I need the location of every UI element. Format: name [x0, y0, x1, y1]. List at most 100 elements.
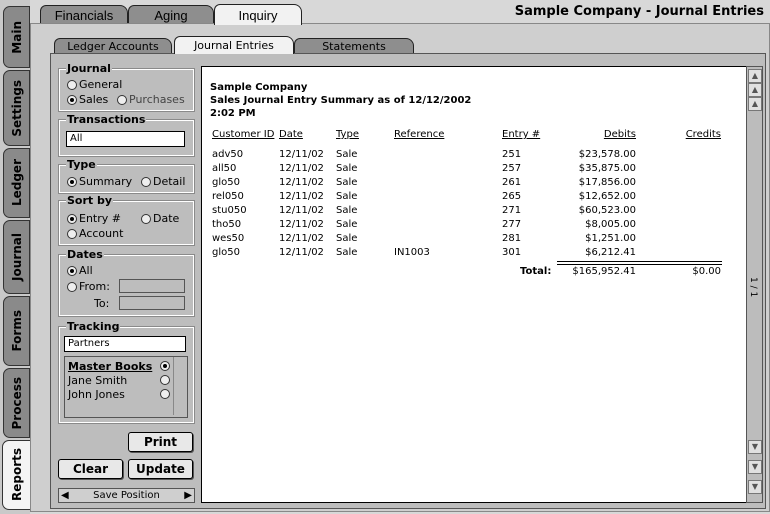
clear-button[interactable]: Clear	[58, 459, 123, 479]
table-cell: 12/11/02	[279, 219, 324, 230]
side-tab-forms[interactable]: Forms	[3, 296, 30, 366]
tracking-list: Master Books Jane Smith John Jones	[64, 356, 188, 418]
radio-icon[interactable]	[67, 229, 77, 239]
radio-selected-icon[interactable]	[67, 266, 77, 276]
date-to-field[interactable]	[119, 296, 185, 310]
radio-selected-icon[interactable]	[67, 214, 77, 224]
journal-option-general[interactable]: General	[67, 78, 122, 91]
radio-icon[interactable]	[67, 80, 77, 90]
total-debits: $165,952.41	[572, 266, 636, 277]
total-divider	[557, 261, 722, 265]
tracking-item-jane-smith[interactable]: Jane Smith	[68, 374, 127, 387]
arrow-left-icon[interactable]: ◀	[61, 490, 69, 501]
tracking-item-john-jones[interactable]: John Jones	[68, 388, 125, 401]
transactions-field[interactable]: All	[66, 131, 185, 147]
table-cell: Sale	[336, 191, 358, 202]
radio-icon[interactable]	[117, 95, 127, 105]
table-cell: Sale	[336, 247, 358, 258]
sort-option-account[interactable]: Account	[67, 227, 123, 240]
type-title: Type	[66, 158, 97, 171]
tab-financials[interactable]: Financials	[40, 5, 128, 24]
table-cell: $17,856.00	[578, 177, 636, 188]
scroll-bottom-icon[interactable]: ▼	[748, 480, 762, 494]
table-cell: $12,652.00	[578, 191, 636, 202]
scroll-top-icon[interactable]: ▲	[748, 69, 762, 83]
tracking-radio-jane-smith[interactable]	[160, 375, 170, 385]
table-cell: $23,578.00	[578, 149, 636, 160]
tracking-field[interactable]: Partners	[64, 336, 186, 352]
table-cell: Sale	[336, 149, 358, 160]
table-cell: IN1003	[394, 247, 430, 258]
table-cell: 12/11/02	[279, 163, 324, 174]
report-subtitle: Sales Journal Entry Summary as of 12/12/…	[210, 95, 472, 106]
table-cell: Sale	[336, 205, 358, 216]
journal-option-purchases[interactable]: Purchases	[117, 93, 185, 106]
report-time: 2:02 PM	[210, 108, 256, 119]
type-option-summary[interactable]: Summary	[67, 175, 132, 188]
scroll-up-icon[interactable]: ▲	[748, 97, 762, 111]
table-cell: Sale	[336, 219, 358, 230]
table-cell: Sale	[336, 163, 358, 174]
sort-option-entry[interactable]: Entry #	[67, 212, 121, 225]
arrow-right-icon[interactable]: ▶	[184, 490, 192, 501]
side-tab-reports[interactable]: Reports	[2, 440, 31, 510]
sort-by-title: Sort by	[66, 194, 114, 207]
total-credits: $0.00	[692, 266, 721, 277]
subtab-journal-entries[interactable]: Journal Entries	[174, 36, 294, 54]
date-from-field[interactable]	[119, 279, 185, 293]
report-view: Sample Company Sales Journal Entry Summa…	[201, 66, 747, 503]
subtab-ledger-accounts[interactable]: Ledger Accounts	[54, 38, 172, 53]
tracking-radio-john-jones[interactable]	[160, 389, 170, 399]
save-position-bar[interactable]: ◀ Save Position ▶	[58, 488, 195, 503]
table-cell: glo50	[212, 247, 240, 258]
print-button[interactable]: Print	[128, 432, 193, 452]
table-cell: $35,875.00	[578, 163, 636, 174]
column-header: Date	[279, 129, 303, 140]
report-scrollbar[interactable]: ▲ ▲ ▲ 1 / 1 ▼ ▼ ▼	[746, 66, 763, 503]
table-cell: wes50	[212, 233, 245, 244]
column-header: Debits	[603, 129, 636, 140]
dates-title: Dates	[66, 248, 104, 261]
radio-icon[interactable]	[67, 282, 77, 292]
tracking-title: Tracking	[66, 320, 121, 333]
tab-aging[interactable]: Aging	[128, 5, 214, 24]
tracking-radio-master-books[interactable]	[160, 361, 170, 371]
sort-option-date[interactable]: Date	[141, 212, 179, 225]
table-cell: all50	[212, 163, 237, 174]
side-tab-bar: Main Settings Ledger Journal Forms Proce…	[0, 0, 31, 514]
table-cell: tho50	[212, 219, 242, 230]
table-cell: glo50	[212, 177, 240, 188]
table-cell: 12/11/02	[279, 177, 324, 188]
table-cell: 12/11/02	[279, 205, 324, 216]
journal-option-sales[interactable]: Sales	[67, 93, 108, 106]
scroll-page-up-icon[interactable]: ▲	[748, 83, 762, 97]
update-button[interactable]: Update	[128, 459, 193, 479]
dates-option-from[interactable]: From:	[67, 280, 110, 293]
subtab-statements[interactable]: Statements	[294, 38, 414, 53]
radio-selected-icon[interactable]	[67, 95, 77, 105]
report-company: Sample Company	[210, 82, 308, 93]
company-title: Sample Company - Journal Entries	[514, 4, 764, 19]
scroll-page-down-icon[interactable]: ▼	[748, 460, 762, 474]
side-tab-journal[interactable]: Journal	[3, 220, 30, 294]
dates-option-all[interactable]: All	[67, 264, 93, 277]
tracking-item-master-books[interactable]: Master Books	[68, 360, 152, 373]
tracking-list-scrollbar[interactable]	[173, 357, 186, 415]
scroll-down-icon[interactable]: ▼	[748, 440, 762, 454]
tab-inquiry[interactable]: Inquiry	[214, 4, 302, 25]
table-cell: Sale	[336, 177, 358, 188]
side-tab-process[interactable]: Process	[3, 368, 30, 438]
side-tab-settings[interactable]: Settings	[3, 70, 30, 146]
radio-icon[interactable]	[141, 214, 151, 224]
radio-icon[interactable]	[141, 177, 151, 187]
table-cell: Sale	[336, 233, 358, 244]
column-header: Reference	[394, 129, 445, 140]
column-header: Customer ID	[212, 129, 275, 140]
table-cell: 12/11/02	[279, 247, 324, 258]
side-tab-main[interactable]: Main	[3, 6, 30, 68]
table-cell: 12/11/02	[279, 149, 324, 160]
radio-selected-icon[interactable]	[67, 177, 77, 187]
table-cell: rel050	[212, 191, 244, 202]
side-tab-ledger[interactable]: Ledger	[3, 148, 30, 218]
type-option-detail[interactable]: Detail	[141, 175, 185, 188]
